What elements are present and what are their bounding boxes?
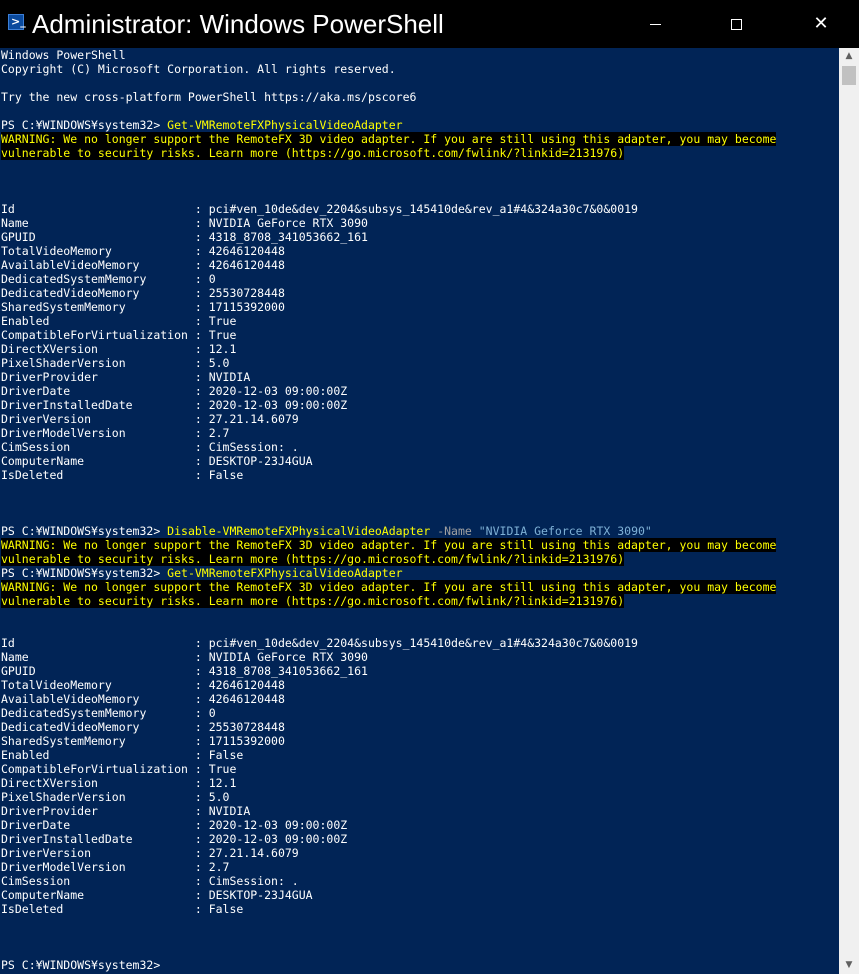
output-line: GPUID : 4318_8708_341053662_161	[1, 230, 368, 244]
empty-line	[0, 496, 839, 510]
output-line: DirectXVersion : 12.1	[1, 342, 237, 356]
prompt-text: PS C:¥WINDOWS¥system32>	[1, 566, 168, 580]
command-text: Disable-VMRemoteFXPhysicalVideoAdapter	[167, 524, 431, 538]
maximize-button[interactable]	[713, 0, 759, 48]
command-line: PS C:¥WINDOWS¥system32> Get-VMRemoteFXPh…	[0, 566, 839, 580]
output-line: PixelShaderVersion : 5.0	[1, 356, 230, 370]
command-line: PS C:¥WINDOWS¥system32> Disable-VMRemote…	[0, 524, 839, 538]
output-line: DedicatedSystemMemory : 0	[1, 706, 216, 720]
output-line: IsDeleted : False	[1, 902, 244, 916]
output-line: GPUID : 4318_8708_341053662_161	[1, 664, 368, 678]
final-prompt[interactable]: PS C:¥WINDOWS¥system32>	[0, 958, 839, 972]
prompt-text: PS C:¥WINDOWS¥system32>	[1, 118, 168, 132]
output-line: SharedSystemMemory : 17115392000	[1, 734, 285, 748]
empty-line	[0, 160, 839, 174]
empty-line	[0, 174, 839, 188]
warning-text: vulnerable to security risks. Learn more…	[1, 552, 625, 566]
output-line: DriverDate : 2020-12-03 09:00:00Z	[1, 384, 348, 398]
title-bar[interactable]: >_ Administrator: Windows PowerShell ✕	[0, 0, 859, 48]
output-line: DriverDate : 2020-12-03 09:00:00Z	[1, 818, 348, 832]
warning-line: vulnerable to security risks. Learn more…	[0, 594, 839, 608]
adapter-output-list: Id : pci#ven_10de&dev_2204&subsys_145410…	[0, 636, 839, 916]
header-line	[0, 76, 839, 90]
output-line: DriverProvider : NVIDIA	[1, 804, 251, 818]
empty-line	[0, 104, 839, 118]
prompt-text: PS C:¥WINDOWS¥system32>	[1, 524, 168, 538]
warning-line: WARNING: We no longer support the Remote…	[0, 580, 839, 594]
warning-line: WARNING: We no longer support the Remote…	[0, 132, 839, 146]
output-line: DirectXVersion : 12.1	[1, 776, 237, 790]
output-line: DriverProvider : NVIDIA	[1, 370, 251, 384]
empty-line	[0, 944, 839, 958]
command-line: PS C:¥WINDOWS¥system32> Get-VMRemoteFXPh…	[0, 118, 839, 132]
empty-line	[0, 482, 839, 496]
window-title: Administrator: Windows PowerShell	[32, 9, 444, 39]
empty-line	[0, 188, 839, 202]
output-line: TotalVideoMemory : 42646120448	[1, 678, 285, 692]
adapter-output-list: Id : pci#ven_10de&dev_2204&subsys_145410…	[0, 202, 839, 482]
header-line: Windows PowerShell	[1, 48, 126, 62]
output-line: CompatibleForVirtualization : True	[1, 762, 237, 776]
output-line: Id : pci#ven_10de&dev_2204&subsys_145410…	[1, 636, 638, 650]
output-line: Name : NVIDIA GeForce RTX 3090	[1, 216, 368, 230]
output-line: IsDeleted : False	[1, 468, 244, 482]
output-line: DedicatedSystemMemory : 0	[1, 272, 216, 286]
output-line: ComputerName : DESKTOP-23J4GUA	[1, 454, 313, 468]
output-line: DriverVersion : 27.21.14.6079	[1, 846, 299, 860]
warning-line: vulnerable to security risks. Learn more…	[0, 552, 839, 566]
empty-line	[0, 510, 839, 524]
output-line: CompatibleForVirtualization : True	[1, 328, 237, 342]
output-line: Enabled : True	[1, 314, 237, 328]
powershell-window: >_ Administrator: Windows PowerShell ✕ W…	[0, 0, 859, 974]
scroll-down-icon[interactable]: ▼	[839, 957, 859, 974]
warning-text: vulnerable to security risks. Learn more…	[1, 594, 625, 608]
output-line: DedicatedVideoMemory : 25530728448	[1, 720, 285, 734]
vertical-scrollbar[interactable]: ▲ ▼	[839, 48, 859, 974]
output-line: DedicatedVideoMemory : 25530728448	[1, 286, 285, 300]
warning-text: vulnerable to security risks. Learn more…	[1, 146, 625, 160]
output-line: DriverVersion : 27.21.14.6079	[1, 412, 299, 426]
warning-line: WARNING: We no longer support the Remote…	[0, 538, 839, 552]
minimize-icon	[649, 23, 661, 25]
output-line: DriverInstalledDate : 2020-12-03 09:00:0…	[1, 832, 348, 846]
warning-line: vulnerable to security risks. Learn more…	[0, 146, 839, 160]
close-button[interactable]: ✕	[798, 0, 844, 48]
parameter-text: -Name	[430, 524, 479, 538]
command-text: Get-VMRemoteFXPhysicalVideoAdapter	[167, 118, 403, 132]
output-line: CimSession : CimSession: .	[1, 440, 299, 454]
scrollbar-thumb[interactable]	[842, 66, 856, 85]
maximize-icon	[730, 18, 742, 30]
header-line: Try the new cross-platform PowerShell ht…	[1, 90, 417, 104]
output-line: Name : NVIDIA GeForce RTX 3090	[1, 650, 368, 664]
powershell-icon[interactable]: >_	[8, 14, 26, 30]
empty-line	[0, 622, 839, 636]
empty-line	[0, 930, 839, 944]
header-line: Copyright (C) Microsoft Corporation. All…	[1, 62, 396, 76]
minimize-button[interactable]	[632, 0, 678, 48]
warning-text: WARNING: We no longer support the Remote…	[1, 132, 777, 146]
console-output[interactable]: Windows PowerShell Copyright (C) Microsof…	[0, 48, 839, 974]
output-line: SharedSystemMemory : 17115392000	[1, 300, 285, 314]
warning-text: WARNING: We no longer support the Remote…	[1, 538, 777, 552]
scroll-up-icon[interactable]: ▲	[839, 48, 859, 65]
output-line: PixelShaderVersion : 5.0	[1, 790, 230, 804]
output-line: AvailableVideoMemory : 42646120448	[1, 258, 285, 272]
console-header: Windows PowerShell Copyright (C) Microsof…	[0, 48, 839, 104]
string-argument: "NVIDIA Geforce RTX 3090"	[478, 524, 652, 538]
empty-line	[0, 608, 839, 622]
output-line: ComputerName : DESKTOP-23J4GUA	[1, 888, 313, 902]
output-line: DriverInstalledDate : 2020-12-03 09:00:0…	[1, 398, 348, 412]
output-line: CimSession : CimSession: .	[1, 874, 299, 888]
output-line: TotalVideoMemory : 42646120448	[1, 244, 285, 258]
output-line: DriverModelVersion : 2.7	[1, 426, 230, 440]
empty-line	[0, 916, 839, 930]
output-line: DriverModelVersion : 2.7	[1, 860, 230, 874]
output-line: Enabled : False	[1, 748, 244, 762]
output-line: AvailableVideoMemory : 42646120448	[1, 692, 285, 706]
close-icon: ✕	[813, 13, 829, 34]
output-line: Id : pci#ven_10de&dev_2204&subsys_145410…	[1, 202, 638, 216]
warning-text: WARNING: We no longer support the Remote…	[1, 580, 777, 594]
command-text: Get-VMRemoteFXPhysicalVideoAdapter	[167, 566, 403, 580]
